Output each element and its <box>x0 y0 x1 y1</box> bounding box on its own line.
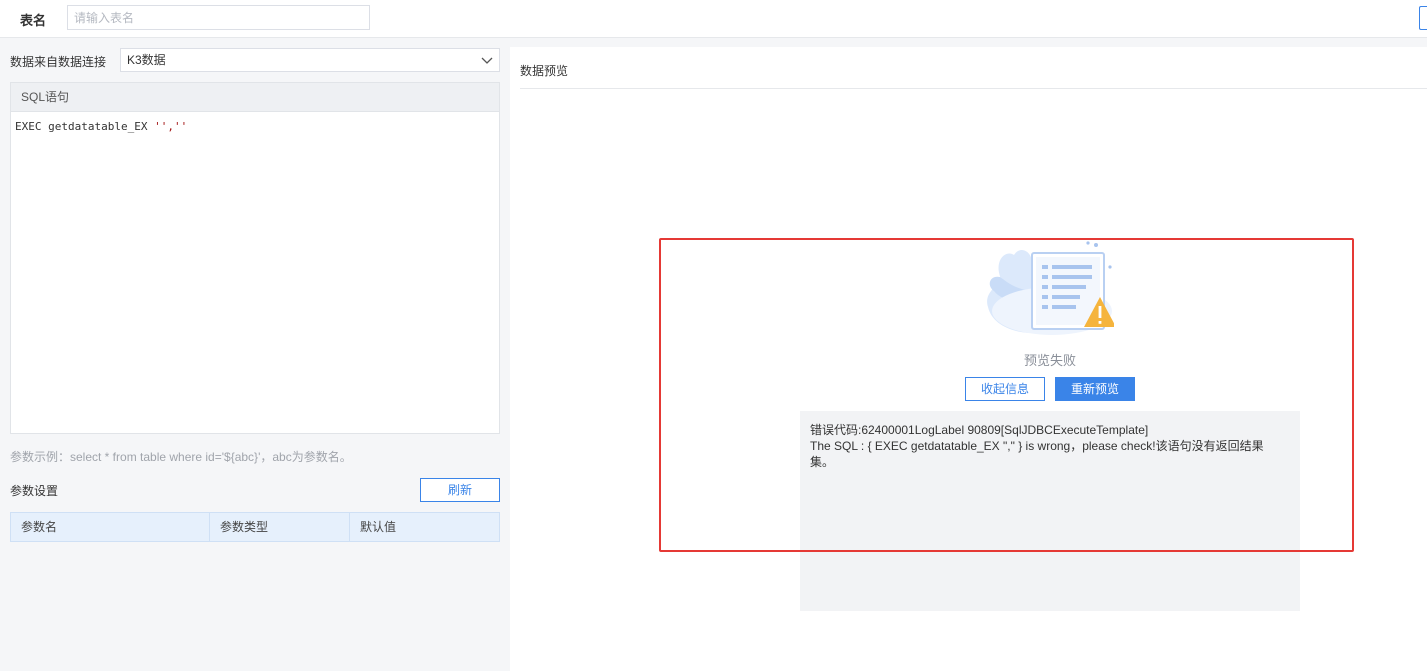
sql-code-prefix: EXEC getdatatable_EX <box>15 120 155 133</box>
preview-status: 预览失败 <box>1023 353 1076 368</box>
collapse-info-button[interactable]: 收起信息 <box>965 377 1045 401</box>
chevron-down-icon <box>481 57 493 64</box>
column-param-type: 参数类型 <box>210 513 350 541</box>
connection-selected-value: K3数据 <box>127 53 166 67</box>
preview-title: 数据预览 <box>520 64 569 78</box>
preview-failed-illustration-icon <box>987 241 1114 335</box>
sql-code-args: '','' <box>154 120 188 133</box>
error-message-box: 错误代码:62400001LogLabel 90809[SqlJDBCExecu… <box>800 411 1300 611</box>
param-settings-label: 参数设置 <box>10 484 59 498</box>
refresh-button[interactable]: 刷新 <box>420 478 500 502</box>
table-name-label: 表名 <box>20 13 47 28</box>
connection-label: 数据来自数据连接 <box>10 55 107 69</box>
sql-code[interactable]: EXEC getdatatable_EX '','' <box>11 112 499 141</box>
retry-preview-button[interactable]: 重新预览 <box>1055 377 1135 401</box>
preview-panel: 数据预览 预览失败 收起信息 重新预览 错误代码:62400001LogLabe… <box>510 47 1427 671</box>
left-panel: 数据来自数据连接 K3数据 SQL语句 EXEC getdatatable_EX… <box>0 39 510 671</box>
error-line-3: 集。 <box>810 455 835 469</box>
column-default-value: 默认值 <box>360 520 397 534</box>
param-hint: 参数示例：select * from table where id='${abc… <box>10 450 352 464</box>
error-line-2: The SQL : { EXEC getdatatable_EX "," } i… <box>810 439 1264 453</box>
preview-divider <box>520 88 1427 89</box>
param-table-header: 参数名 参数类型 默认值 <box>10 512 500 542</box>
top-right-button[interactable] <box>1419 6 1427 30</box>
error-line-1: 错误代码:62400001LogLabel 90809[SqlJDBCExecu… <box>810 423 1149 437</box>
sql-editor-header: SQL语句 <box>11 83 499 112</box>
column-param-name: 参数名 <box>11 513 210 541</box>
connection-select[interactable]: K3数据 <box>120 48 500 72</box>
sql-editor[interactable]: SQL语句 EXEC getdatatable_EX '','' <box>10 82 500 434</box>
top-bar: 表名 <box>0 0 1427 38</box>
table-name-input[interactable] <box>67 5 370 30</box>
